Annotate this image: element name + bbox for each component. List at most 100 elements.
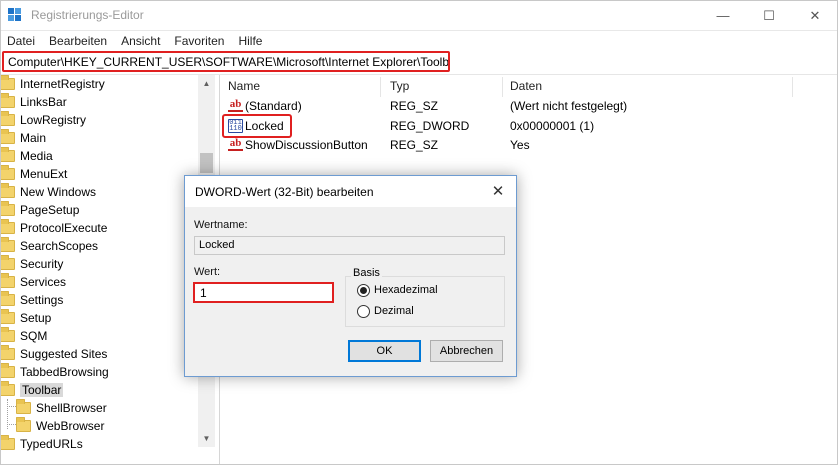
- tree-item-label: MenuExt: [20, 167, 68, 181]
- tree-item-new-windows[interactable]: New Windows: [0, 183, 200, 201]
- key-tree: InternetRegistry LinksBar LowRegistry Ma…: [0, 75, 215, 465]
- ok-button[interactable]: OK: [348, 340, 421, 362]
- tree-item-lowregistry[interactable]: LowRegistry: [0, 111, 200, 129]
- folder-icon: [0, 165, 15, 180]
- value-name-field: Locked: [194, 236, 505, 255]
- scroll-down-icon[interactable]: ▼: [198, 430, 215, 447]
- minimize-button[interactable]: —: [700, 0, 746, 31]
- value-data-label: Wert:: [194, 266, 221, 278]
- value-data-input[interactable]: 1: [193, 282, 334, 303]
- tree-item-label: SearchScopes: [20, 239, 99, 253]
- tree-item-pagesetup[interactable]: PageSetup: [0, 201, 200, 219]
- scroll-up-icon[interactable]: ▲: [198, 75, 215, 92]
- window-title: Registrierungs-Editor: [31, 8, 144, 22]
- tree-item-settings[interactable]: Settings: [0, 291, 200, 309]
- tree-item-setup[interactable]: Setup: [0, 309, 200, 327]
- tree-item-tabbedbrowsing[interactable]: TabbedBrowsing: [0, 363, 200, 381]
- tree-item-label: LinksBar: [20, 95, 67, 109]
- locked-highlight-box: [222, 114, 292, 138]
- folder-icon: [0, 435, 15, 450]
- tree-item-protocolexecute[interactable]: ProtocolExecute: [0, 219, 200, 237]
- tree-item-menuext[interactable]: MenuExt: [0, 165, 200, 183]
- value-data: Yes: [510, 138, 530, 152]
- tree-item-label: Setup: [20, 311, 52, 325]
- scrollbar-thumb[interactable]: [200, 153, 213, 173]
- radio-checked-icon[interactable]: [357, 283, 370, 297]
- tree-item-label: Toolbar: [20, 383, 64, 397]
- folder-icon: [16, 399, 31, 414]
- base-group-title: Basis: [351, 267, 382, 279]
- cancel-button[interactable]: Abbrechen: [430, 340, 503, 362]
- string-value-icon: ab: [228, 98, 243, 112]
- menu-favoriten[interactable]: Favoriten: [174, 34, 224, 48]
- tree-item-internetregistry[interactable]: InternetRegistry: [0, 75, 200, 93]
- folder-icon: [16, 417, 31, 432]
- folder-icon: [0, 291, 15, 306]
- tree-item-label: Suggested Sites: [20, 347, 108, 361]
- column-separator[interactable]: [792, 77, 793, 97]
- menu-hilfe[interactable]: Hilfe: [238, 34, 262, 48]
- tree-item-main[interactable]: Main: [0, 129, 200, 147]
- value-type: REG_DWORD: [390, 119, 470, 133]
- radio-hexadecimal-label: Hexadezimal: [374, 284, 438, 296]
- list-row[interactable]: ab ShowDiscussionButton REG_SZ Yes: [220, 136, 820, 155]
- tree-item-label: InternetRegistry: [20, 77, 105, 91]
- tree-item-linksbar[interactable]: LinksBar: [0, 93, 200, 111]
- column-name[interactable]: Name: [228, 75, 260, 97]
- value-data: 0x00000001 (1): [510, 119, 595, 133]
- folder-icon: [0, 327, 15, 342]
- column-data[interactable]: Daten: [510, 75, 542, 97]
- value-name: ShowDiscussionButton: [245, 138, 368, 152]
- folder-icon: [0, 309, 15, 324]
- value-type: REG_SZ: [390, 138, 439, 152]
- menu-datei[interactable]: Datei: [7, 34, 35, 48]
- tree-item-label: Media: [20, 149, 53, 163]
- value-type: REG_SZ: [390, 99, 439, 113]
- dialog-title: DWORD-Wert (32-Bit) bearbeiten: [195, 185, 374, 199]
- tree-item-toolbar[interactable]: Toolbar: [0, 381, 200, 399]
- column-type[interactable]: Typ: [390, 75, 409, 97]
- tree-item-label: PageSetup: [20, 203, 80, 217]
- tree-item-webbrowser[interactable]: WebBrowser: [16, 417, 215, 435]
- tree-item-searchscopes[interactable]: SearchScopes: [0, 237, 200, 255]
- menu-bearbeiten[interactable]: Bearbeiten: [49, 34, 107, 48]
- folder-icon: [0, 273, 15, 288]
- menu-ansicht[interactable]: Ansicht: [121, 34, 160, 48]
- title-bar: Registrierungs-Editor — ☐ ✕: [0, 0, 838, 31]
- maximize-button[interactable]: ☐: [746, 0, 792, 31]
- tree-item-typedurls[interactable]: TypedURLs: [0, 435, 200, 453]
- tree-item-suggested-sites[interactable]: Suggested Sites: [0, 345, 200, 363]
- tree-item-label: SQM: [20, 329, 48, 343]
- value-name-label: Wertname:: [194, 219, 248, 231]
- tree-item-label: Services: [20, 275, 67, 289]
- radio-decimal[interactable]: Dezimal: [357, 303, 414, 319]
- tree-item-services[interactable]: Services: [0, 273, 200, 291]
- folder-icon: [0, 255, 15, 270]
- tree-item-shellbrowser[interactable]: ShellBrowser: [16, 399, 215, 417]
- column-separator[interactable]: [502, 77, 503, 97]
- folder-icon: [0, 147, 15, 162]
- tree-item-label: LowRegistry: [20, 113, 87, 127]
- folder-icon: [0, 93, 15, 108]
- tree-item-label: WebBrowser: [36, 419, 105, 433]
- folder-icon: [0, 129, 15, 144]
- list-row[interactable]: 011 110 Locked REG_DWORD 0x00000001 (1): [220, 117, 820, 136]
- registry-editor-icon: [8, 8, 21, 21]
- folder-icon: [0, 363, 15, 378]
- tree-item-label: Main: [20, 131, 47, 145]
- address-bar[interactable]: Computer\HKEY_CURRENT_USER\SOFTWARE\Micr…: [2, 51, 450, 72]
- close-button[interactable]: ✕: [792, 0, 838, 31]
- radio-unchecked-icon[interactable]: [357, 304, 370, 318]
- column-separator[interactable]: [380, 77, 381, 97]
- folder-icon: [0, 75, 15, 90]
- tree-item-media[interactable]: Media: [0, 147, 200, 165]
- value-data: (Wert nicht festgelegt): [510, 99, 628, 113]
- list-row[interactable]: ab (Standard) REG_SZ (Wert nicht festgel…: [220, 97, 820, 116]
- folder-icon: [0, 201, 15, 216]
- tree-item-security[interactable]: Security: [0, 255, 200, 273]
- dialog-close-button[interactable]: ✕: [488, 181, 508, 201]
- tree-item-sqm[interactable]: SQM: [0, 327, 200, 345]
- radio-hexadecimal[interactable]: Hexadezimal: [357, 282, 438, 298]
- tree-item-label: TypedURLs: [20, 437, 83, 451]
- folder-open-icon: [0, 381, 15, 396]
